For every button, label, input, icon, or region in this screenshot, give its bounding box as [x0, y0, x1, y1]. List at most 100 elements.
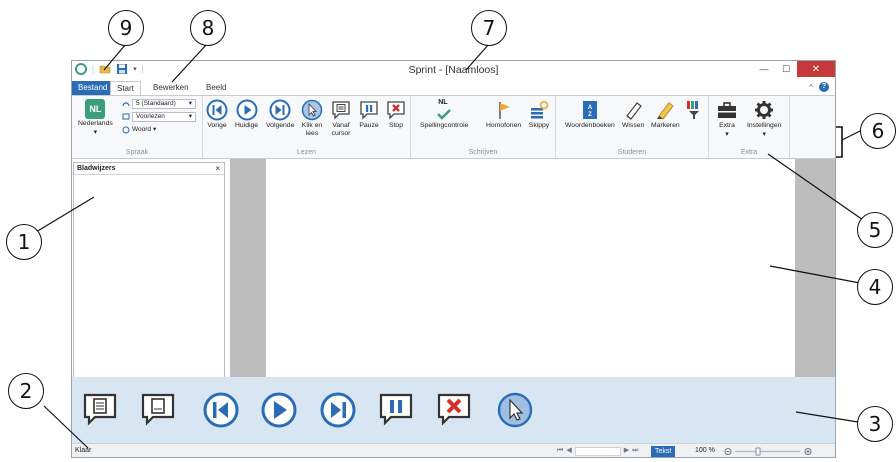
read-mode-icon: [122, 113, 130, 120]
svg-text:Z: Z: [588, 112, 592, 118]
pause-button[interactable]: Pauze: [358, 99, 380, 130]
play-icon: [236, 99, 258, 121]
bookmarks-close-icon[interactable]: ×: [215, 163, 220, 174]
from-cursor-button[interactable]: Vanaf cursor: [328, 99, 354, 138]
dictionaries-button[interactable]: AZ Woordenboeken: [565, 99, 615, 130]
extra-label: Extra: [719, 122, 735, 129]
speed-combo[interactable]: 5 (Standaard) ▾: [122, 99, 196, 109]
read-page-icon[interactable]: [140, 392, 176, 428]
speed-value: 5 (Standaard): [136, 100, 176, 107]
zoom-slider[interactable]: [724, 447, 812, 456]
ribbon-help: ^ ?: [809, 82, 829, 92]
zoom-level: 100 %: [695, 447, 715, 454]
group-studeren: AZ Woordenboeken Wissen Markeren Studere…: [556, 96, 709, 158]
next-button[interactable]: Volgende: [266, 99, 294, 130]
language-dropdown-icon: ▾: [93, 129, 98, 136]
extra-button[interactable]: Extra ▾: [716, 99, 738, 139]
dictionaries-label: Woordenboeken: [565, 122, 615, 129]
word-unit-icon: [122, 126, 130, 134]
unit-combo[interactable]: Woord ▾: [122, 125, 156, 135]
ribbon-tabs: Bestand Start Bewerken Beeld ^ ?: [72, 81, 835, 95]
sprint-window: | ▾ | Sprint - [Naamloos] — ☐ ✕ Bestand …: [71, 60, 836, 458]
spellcheck-button[interactable]: NL Spellingcontrole: [420, 99, 468, 130]
homophones-button[interactable]: Homofonen: [486, 99, 521, 130]
maximize-button[interactable]: ☐: [775, 61, 797, 77]
previous-page-icon[interactable]: ◀: [566, 444, 571, 457]
callout-4: 4: [857, 269, 893, 305]
highlight-label: Markeren: [651, 122, 680, 129]
svg-text:A: A: [588, 105, 593, 111]
skippy-icon: [531, 100, 549, 119]
bookmarks-pane: Bladwijzers ×: [73, 162, 225, 402]
first-page-icon[interactable]: ⏮: [557, 444, 563, 457]
bookmarks-header: Bladwijzers ×: [74, 163, 224, 175]
stop-label: Stop: [389, 122, 403, 129]
click-and-read-label: Klik en lees: [301, 122, 323, 137]
previous-icon: [206, 99, 228, 121]
callout-9: 9: [108, 10, 144, 46]
group-schrijven: NL Spellingcontrole Homofonen Skippy Sch…: [411, 96, 556, 158]
marker-colors-button[interactable]: [684, 99, 706, 121]
gear-icon: [755, 101, 774, 119]
current-label: Huidige: [235, 122, 259, 129]
view-mode-badge[interactable]: Tekst: [651, 446, 676, 457]
tab-beeld[interactable]: Beeld: [200, 81, 232, 95]
group-label-studeren: Studeren: [617, 149, 647, 156]
stop-icon: [387, 101, 405, 120]
language-label: Nederlands: [78, 120, 113, 127]
document-left-margin: [230, 159, 266, 377]
mode-combo[interactable]: Voorlezen ▾: [122, 112, 196, 122]
spellcheck-badge: NL: [438, 99, 448, 106]
spellcheck-icon: NL: [433, 99, 455, 121]
pause-reading-icon[interactable]: [378, 392, 414, 428]
callout-7: 7: [471, 10, 507, 46]
skippy-button[interactable]: Skippy: [528, 99, 550, 130]
eraser-icon: [626, 102, 642, 120]
settings-label: Instellingen: [747, 122, 782, 129]
speed-icon: [122, 102, 130, 107]
pause-label: Pauze: [359, 122, 379, 129]
page-input[interactable]: [574, 446, 621, 456]
highlight-button[interactable]: Markeren: [651, 99, 680, 130]
minimize-button[interactable]: —: [753, 61, 775, 77]
read-document-icon[interactable]: [82, 392, 118, 428]
document-area[interactable]: [230, 159, 827, 377]
unit-value: Woord: [132, 126, 152, 133]
language-button[interactable]: NL Nederlands ▾: [78, 99, 113, 137]
click-and-read-button[interactable]: Klik en lees: [301, 99, 323, 138]
next-page-icon[interactable]: ▶: [624, 444, 629, 457]
erase-label: Wissen: [622, 122, 645, 129]
status-bar: Klaar ⏮ ◀ ▶ ⏭ Tekst 100 %: [72, 443, 835, 457]
close-button[interactable]: ✕: [797, 61, 835, 77]
stop-reading-icon[interactable]: [436, 392, 472, 428]
document-right-margin: [795, 159, 835, 377]
group-label-extra: Extra: [740, 149, 758, 156]
cursor-icon: [301, 99, 323, 121]
group-spraak: NL Nederlands ▾ 5 (Standaard) ▾ Voorlezen…: [72, 96, 203, 158]
callout-1: 1: [6, 224, 42, 260]
next-icon: [269, 99, 291, 121]
status-text: Klaar: [75, 447, 92, 454]
language-badge: NL: [85, 99, 106, 119]
extra-dropdown-icon: ▾: [725, 131, 729, 138]
previous-button[interactable]: Vorige: [206, 99, 228, 130]
last-page-icon[interactable]: ⏭: [632, 444, 638, 457]
previous-sentence-icon[interactable]: [203, 392, 239, 428]
stop-button[interactable]: Stop: [385, 99, 407, 130]
play-sentence-icon[interactable]: [261, 392, 297, 428]
spellcheck-label: Spellingcontrole: [420, 122, 469, 129]
click-and-read-icon[interactable]: [497, 392, 533, 428]
erase-button[interactable]: Wissen: [622, 99, 644, 130]
current-button[interactable]: Huidige: [235, 99, 258, 130]
mode-value: Voorlezen: [136, 113, 165, 120]
next-label: Volgende: [266, 122, 295, 129]
tab-bewerken[interactable]: Bewerken: [147, 81, 195, 95]
group-label-lezen: Lezen: [296, 149, 317, 156]
next-sentence-icon[interactable]: [320, 392, 356, 428]
reading-toolbar: [72, 377, 835, 443]
help-icon[interactable]: ?: [819, 82, 829, 92]
settings-button[interactable]: Instellingen ▾: [747, 99, 781, 139]
collapse-ribbon-icon[interactable]: ^: [809, 83, 813, 92]
tab-start[interactable]: Start: [110, 81, 141, 95]
tab-bestand[interactable]: Bestand: [72, 81, 114, 95]
